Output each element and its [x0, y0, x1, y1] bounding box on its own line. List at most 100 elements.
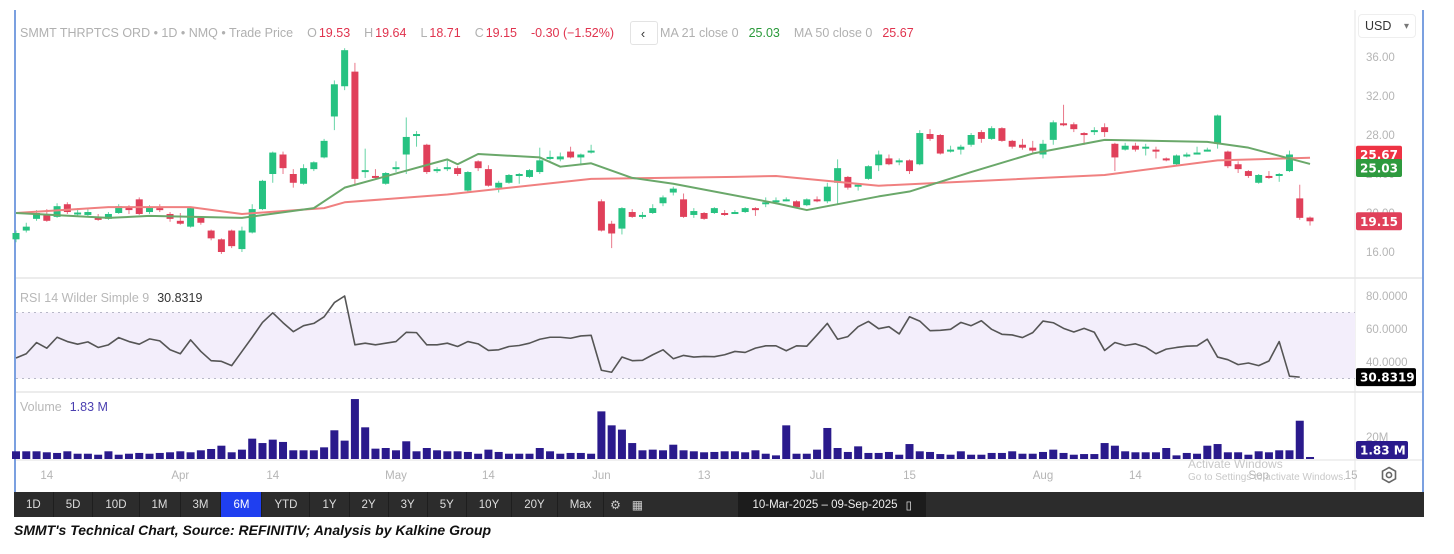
candle	[279, 151, 287, 174]
range-button-1y[interactable]: 1Y	[310, 492, 350, 517]
candle	[484, 165, 492, 187]
rsi-tick-label: 40.0000	[1366, 357, 1408, 369]
candle-body	[413, 134, 421, 137]
range-button-2y[interactable]: 2Y	[350, 492, 389, 517]
volume-bar	[83, 453, 92, 459]
range-button-10d[interactable]: 10D	[93, 492, 140, 517]
volume-bar	[771, 455, 780, 459]
volume-bar	[402, 441, 411, 459]
volume-bar	[361, 427, 370, 459]
candle	[207, 229, 215, 241]
range-button-20y[interactable]: 20Y	[512, 492, 558, 517]
candle	[402, 117, 410, 174]
volume-bar	[484, 449, 493, 459]
candle-body	[905, 160, 913, 172]
candle-body	[710, 208, 718, 213]
candle-body	[669, 188, 677, 193]
candle-body	[700, 213, 708, 219]
ma21-label: MA 21 close 0	[660, 26, 739, 40]
candle	[1244, 170, 1252, 178]
volume-bar	[546, 451, 555, 459]
candle	[895, 158, 903, 166]
close-value: 19.15	[485, 26, 517, 40]
volume-bar	[813, 449, 822, 459]
candle-body	[1111, 143, 1119, 158]
candle-body	[300, 168, 308, 184]
range-button-10y[interactable]: 10Y	[467, 492, 513, 517]
range-button-1d[interactable]: 1D	[14, 492, 54, 517]
candle	[813, 196, 821, 203]
high-value: 19.64	[375, 26, 407, 40]
candle-body	[320, 140, 328, 158]
chart-legend: SMMT THRPTCS ORD • 1D • NMQ • Trade Pric…	[20, 21, 916, 45]
chevron-down-icon: ▾	[1403, 20, 1409, 32]
volume-bar	[730, 451, 739, 459]
candle	[916, 130, 924, 166]
range-button-5y[interactable]: 5Y	[428, 492, 467, 517]
volume-bar	[997, 452, 1006, 459]
candle	[443, 160, 451, 172]
candle-body	[289, 174, 297, 183]
candle-body	[228, 230, 236, 247]
volume-bar	[504, 453, 513, 459]
volume-bar	[638, 450, 647, 459]
range-button-max[interactable]: Max	[558, 492, 605, 517]
volume-bar	[145, 453, 154, 459]
volume-bar	[936, 454, 945, 459]
volume-bar	[566, 452, 575, 459]
candle-body	[330, 84, 338, 117]
candle	[392, 161, 400, 173]
candle	[1285, 150, 1293, 173]
settings-gear-icon[interactable]	[1380, 466, 1398, 484]
volume-bar	[1100, 443, 1109, 459]
range-button-3y[interactable]: 3Y	[389, 492, 428, 517]
low-value: 18.71	[429, 26, 461, 40]
candle	[947, 145, 955, 153]
volume-bar	[946, 454, 955, 459]
candle	[258, 179, 266, 211]
candle-body	[751, 208, 759, 211]
candle	[361, 148, 369, 178]
candle-body	[813, 199, 821, 202]
candle-body	[690, 211, 698, 215]
candle	[1121, 142, 1129, 151]
volume-bar	[104, 451, 113, 459]
volume-bar	[1121, 451, 1130, 459]
candle-body	[1049, 122, 1057, 140]
volume-bar	[207, 448, 216, 459]
candle	[1131, 142, 1139, 152]
volume-bar	[761, 453, 770, 459]
volume-label: Volume	[20, 400, 62, 414]
volume-bar	[587, 453, 596, 459]
candle	[977, 130, 985, 143]
range-button-6m[interactable]: 6M	[221, 492, 263, 517]
candle	[1142, 143, 1150, 156]
candle	[690, 208, 698, 218]
candle	[1275, 173, 1283, 182]
candle	[782, 197, 790, 202]
range-button-5d[interactable]: 5D	[54, 492, 94, 517]
candle	[176, 213, 184, 225]
range-button-1m[interactable]: 1M	[140, 492, 181, 517]
open-value: 19.53	[318, 26, 351, 40]
settings-icon[interactable]: ⚙	[604, 492, 626, 517]
currency-select[interactable]: USD ▾	[1358, 14, 1416, 38]
candle	[741, 207, 749, 213]
candle-body	[341, 50, 349, 87]
candle	[1296, 184, 1304, 220]
range-button-3m[interactable]: 3M	[181, 492, 222, 517]
collapse-legend-button[interactable]: ‹	[630, 21, 659, 45]
candle-body	[1255, 174, 1263, 183]
export-excel-icon[interactable]: ▦	[626, 492, 648, 517]
candle	[1203, 147, 1211, 152]
volume-bar	[884, 451, 893, 459]
volume-bar	[833, 448, 842, 459]
watermark-line1: Activate Windows	[1188, 457, 1283, 471]
range-button-ytd[interactable]: YTD	[262, 492, 311, 517]
x-tick-label: Jun	[592, 470, 611, 482]
date-range-picker[interactable]: 10-Mar-2025 – 09-Sep-2025 ▯	[738, 492, 926, 517]
volume-bar	[1295, 420, 1304, 459]
candle-body	[464, 172, 472, 191]
candle-body	[1306, 217, 1314, 222]
volume-bar	[42, 452, 51, 459]
